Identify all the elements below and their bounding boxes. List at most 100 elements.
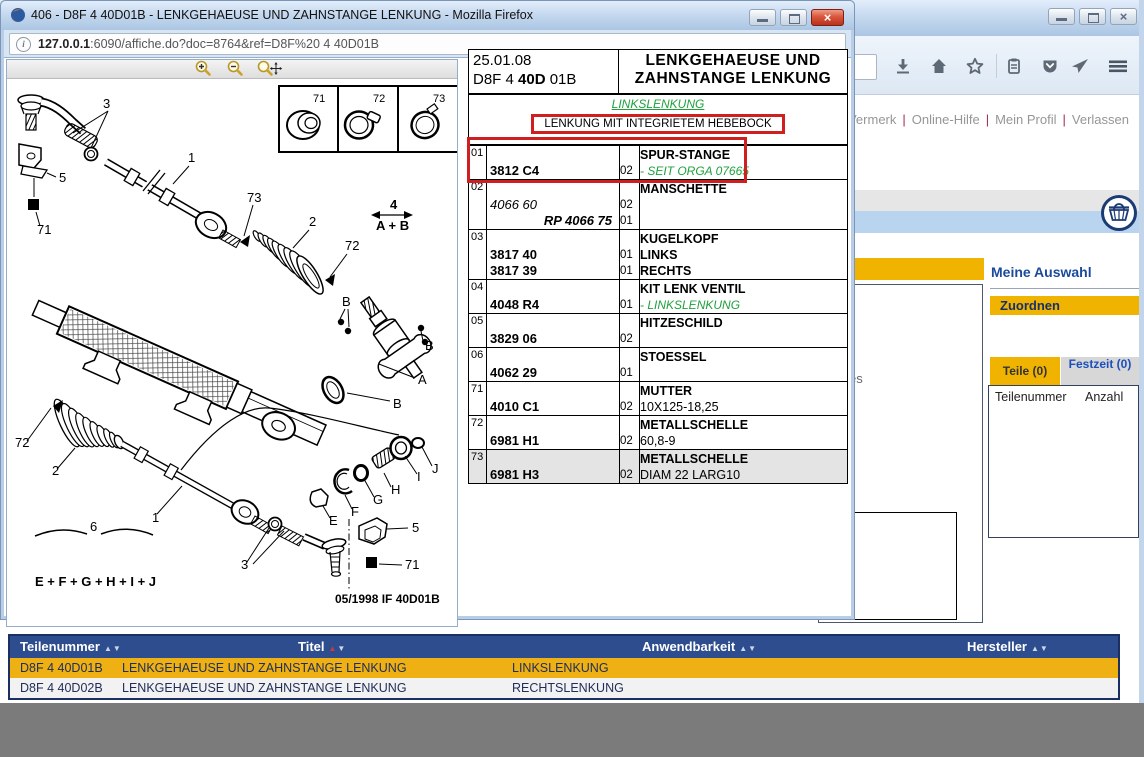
popup-title: 406 - D8F 4 40D01B - LENKGEHAEUSE UND ZA…	[31, 8, 533, 22]
column-divider	[619, 416, 620, 449]
diagram-panel: 71727331732724A + B571BBAB72213EFGHIJ6E …	[6, 59, 458, 627]
header-anwendbarkeit[interactable]: Anwendbarkeit▲▼	[642, 639, 757, 654]
send-icon[interactable]	[1070, 56, 1090, 76]
download-icon[interactable]	[893, 56, 913, 76]
diagram-callout: 3	[241, 557, 248, 572]
diagram-callout: 73	[433, 93, 445, 105]
part-number: 4066 60	[486, 197, 616, 213]
zuordnen-button[interactable]: Zuordnen	[990, 296, 1139, 315]
part-number: RP 4066 75	[486, 213, 616, 229]
column-divider	[486, 382, 487, 415]
part-number: 3817 40	[486, 247, 616, 263]
home-icon[interactable]	[929, 56, 949, 76]
pocket-icon[interactable]	[1040, 56, 1060, 76]
selection-col-teilenummer: Teilenummer	[995, 390, 1067, 404]
parts-row-05[interactable]: 05HITZESCHILD3829 0602	[469, 314, 847, 348]
zuordnen-label: Zuordnen	[1000, 298, 1060, 313]
sort-icons[interactable]: ▲▼	[739, 644, 757, 653]
part-ref: 01	[471, 147, 483, 159]
part-number: 3817 39	[486, 263, 616, 279]
diagram-callout: J	[432, 461, 439, 476]
diagram-callout: I	[417, 469, 421, 484]
parts-row-72[interactable]: 72METALLSCHELLE6981 H10260,8-9	[469, 416, 847, 450]
restore-icon	[789, 14, 800, 24]
part-number: 6981 H3	[486, 467, 616, 483]
sort-icons[interactable]: ▲▼	[1031, 644, 1049, 653]
diagram-callout: A + B	[376, 218, 409, 233]
header-titel[interactable]: Titel▲▼	[298, 639, 346, 654]
part-number	[486, 181, 616, 197]
parts-row-06[interactable]: 06STOESSEL4062 2901	[469, 348, 847, 382]
column-divider	[619, 230, 620, 279]
close-icon: ×	[812, 10, 843, 25]
part-ref: 03	[471, 231, 483, 243]
tab-festzeit[interactable]: Festzeit (0)	[1061, 357, 1139, 385]
zoom-pan-icon[interactable]	[257, 60, 283, 77]
nav-links: er Vermerk|Online-Hilfe|Mein Profil|Verl…	[833, 112, 1129, 127]
diagram-callout: 4	[390, 197, 398, 212]
arrow-72-upper	[325, 274, 335, 286]
part-ref: 02	[471, 181, 483, 193]
result-row[interactable]: D8F 4 40D01BLENKGEHAEUSE UND ZAHNSTANGE …	[10, 658, 1118, 678]
restore-button[interactable]	[1079, 8, 1106, 25]
diagram-callout: 05/1998 IF 40D01B	[335, 592, 440, 606]
popup-titlebar[interactable]: 406 - D8F 4 40D01B - LENKGEHAEUSE UND ZA…	[1, 1, 854, 30]
popup-restore-button[interactable]	[780, 9, 807, 26]
column-divider	[619, 450, 620, 483]
mini-parts-boxes	[279, 86, 457, 152]
nav-link[interactable]: Verlassen	[1072, 112, 1129, 127]
zoom-in-icon[interactable]	[195, 60, 217, 77]
part-desc: KUGELKOPF	[636, 231, 847, 247]
parts-row-01[interactable]: 01SPUR-STANGE3812 C402- SEIT ORGA 07665	[469, 146, 847, 180]
close-button[interactable]: ×	[1110, 8, 1137, 25]
parts-date: 25.01.08	[473, 52, 531, 69]
tab-teile[interactable]: Teile (0)	[990, 357, 1060, 385]
parts-row-73[interactable]: 73METALLSCHELLE6981 H302DIAM 22 LARG10	[469, 450, 847, 483]
nav-link[interactable]: Online-Hilfe	[912, 112, 980, 127]
basket-icon[interactable]	[1100, 194, 1138, 232]
result-row[interactable]: D8F 4 40D02BLENKGEHAEUSE UND ZAHNSTANGE …	[10, 678, 1118, 698]
header-teilenummer[interactable]: Teilenummer▲▼	[20, 639, 122, 654]
sort-icons[interactable]: ▲▼	[104, 644, 122, 653]
sort-icons[interactable]: ▲▼	[329, 644, 347, 653]
diagram-callout: 73	[247, 190, 261, 205]
diagram-callout: 6	[90, 519, 97, 534]
parts-row-04[interactable]: 04KIT LENK VENTIL4048 R401- LINKSLENKUNG	[469, 280, 847, 314]
bookmark-star-icon[interactable]	[965, 56, 985, 76]
minimize-button[interactable]	[1048, 8, 1075, 25]
menu-icon[interactable]	[1106, 56, 1130, 76]
part-number: 4010 C1	[486, 399, 616, 415]
column-divider	[639, 382, 640, 415]
nav-separator: |	[986, 112, 989, 127]
diagram-callout: F	[351, 504, 359, 519]
result-cell: LENKGEHAEUSE UND ZAHNSTANGE LENKUNG	[122, 661, 407, 675]
column-divider	[639, 314, 640, 347]
diagram-callout: 71	[313, 93, 325, 105]
popup-minimize-button[interactable]	[749, 9, 776, 26]
part-desc: RECHTS	[636, 263, 847, 279]
clipboard-icon[interactable]	[1004, 56, 1024, 76]
left-panel-box	[853, 512, 957, 620]
diagram-callout: 2	[52, 463, 59, 478]
part-number	[486, 315, 616, 331]
selection-col-anzahl: Anzahl	[1085, 390, 1123, 404]
valve-assembly	[318, 283, 442, 407]
diagram-callout: 72	[373, 93, 385, 105]
part-number	[486, 147, 616, 163]
column-divider	[619, 280, 620, 313]
info-icon[interactable]: i	[16, 37, 31, 52]
part-number	[486, 281, 616, 297]
popup-close-button[interactable]: ×	[811, 9, 844, 26]
nav-link[interactable]: Mein Profil	[995, 112, 1056, 127]
column-divider	[639, 450, 640, 483]
part-desc: MUTTER	[636, 383, 847, 399]
column-divider	[639, 280, 640, 313]
upper-inner-rod	[106, 162, 250, 248]
zoom-out-icon[interactable]	[227, 60, 249, 77]
header-hersteller[interactable]: Hersteller▲▼	[967, 639, 1049, 654]
part-number	[486, 417, 616, 433]
parts-row-02[interactable]: 02MANSCHETTE4066 6002RP 4066 7501	[469, 180, 847, 230]
diagram-callout: 1	[152, 510, 159, 525]
parts-row-71[interactable]: 71MUTTER4010 C10210X125-18,25	[469, 382, 847, 416]
parts-row-03[interactable]: 03KUGELKOPF3817 4001LINKS3817 3901RECHTS	[469, 230, 847, 280]
